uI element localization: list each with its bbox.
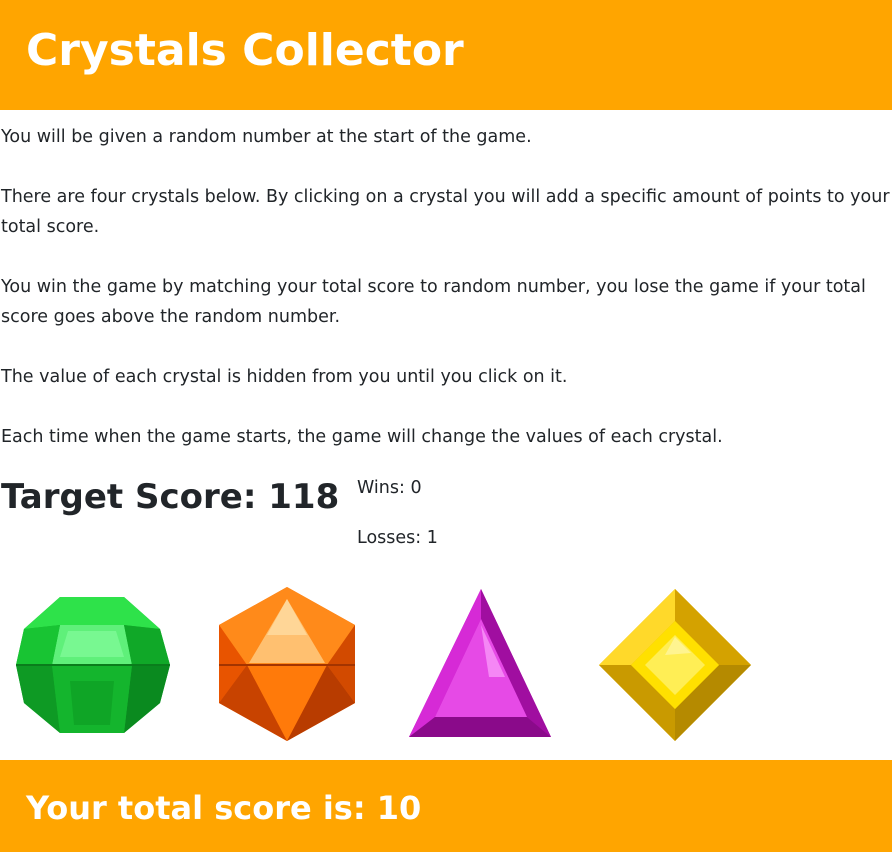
- header-banner: Crystals Collector: [0, 0, 892, 110]
- crystal-row: [0, 585, 892, 745]
- stats-panel: Wins: 0 Losses: 1: [357, 473, 438, 573]
- yellow-crystal-icon: [599, 589, 751, 741]
- green-crystal-icon: [16, 597, 170, 733]
- green-crystal[interactable]: [12, 585, 172, 745]
- instruction-line: There are four crystals below. By clicki…: [1, 187, 890, 237]
- purple-crystal-icon: [409, 589, 551, 737]
- instruction-line: You win the game by matching your total …: [1, 277, 866, 327]
- yellow-crystal[interactable]: [595, 585, 755, 745]
- target-score: Target Score: 118: [1, 477, 340, 517]
- instructions: You will be given a random number at the…: [1, 122, 891, 452]
- score-banner: Your total score is: 10: [0, 760, 892, 852]
- purple-crystal[interactable]: [401, 585, 561, 745]
- losses-count: Losses: 1: [357, 528, 438, 548]
- instruction-line: You will be given a random number at the…: [1, 127, 532, 147]
- page-title: Crystals Collector: [26, 25, 464, 76]
- wins-count: Wins: 0: [357, 478, 422, 498]
- instruction-line: Each time when the game starts, the game…: [1, 427, 723, 447]
- instruction-line: The value of each crystal is hidden from…: [1, 367, 568, 387]
- orange-crystal[interactable]: [207, 585, 367, 745]
- orange-crystal-icon: [219, 587, 355, 741]
- total-score: Your total score is: 10: [26, 789, 422, 827]
